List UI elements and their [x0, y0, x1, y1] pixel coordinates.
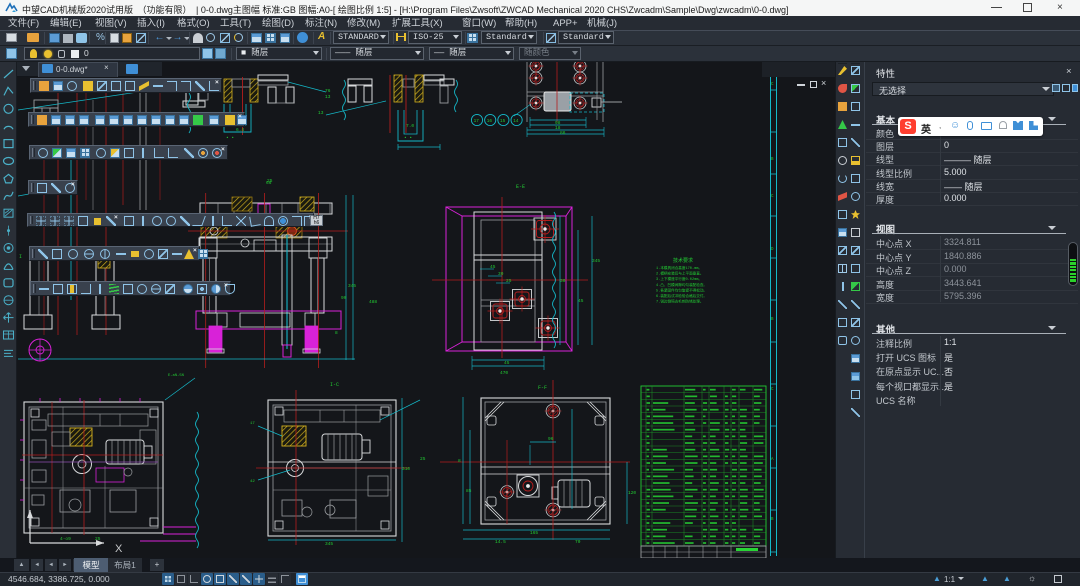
- svg-text:C: C: [771, 83, 774, 87]
- svg-text:345: 345: [325, 541, 333, 547]
- svg-text:• •: • •: [226, 136, 234, 141]
- svg-text:86: 86: [560, 130, 566, 136]
- svg-text:6.4: 6.4: [236, 127, 244, 133]
- svg-text:6.装配后试冲检验合格后交付。: 6.装配后试冲检验合格后交付。: [656, 293, 707, 299]
- svg-text:B: B: [771, 158, 774, 162]
- svg-text:76: 76: [325, 88, 331, 94]
- svg-text:90: 90: [341, 295, 347, 301]
- svg-text:1.本模具闭合高度170-mm。: 1.本模具闭合高度170-mm。: [656, 265, 702, 271]
- svg-text:14.5: 14.5: [495, 539, 506, 545]
- svg-text:4.凸、凹模间隙均匀装配检查。: 4.凸、凹模间隙均匀装配检查。: [656, 282, 707, 288]
- svg-text:70: 70: [575, 539, 581, 545]
- svg-text:• •: • •: [404, 136, 412, 141]
- svg-text:I-C: I-C: [330, 382, 339, 388]
- svg-text:470: 470: [500, 370, 508, 376]
- svg-text:25: 25: [420, 456, 426, 462]
- svg-text:488: 488: [369, 299, 377, 305]
- svg-text:F-F: F-F: [538, 385, 547, 391]
- svg-text:D: D: [771, 248, 774, 252]
- svg-text:8: 8: [458, 458, 461, 464]
- svg-text:45: 45: [504, 360, 510, 366]
- svg-text:120: 120: [628, 490, 636, 496]
- svg-text:C: C: [771, 388, 774, 392]
- svg-text:7.0: 7.0: [406, 123, 414, 129]
- svg-text:42: 42: [250, 480, 255, 484]
- svg-text:17: 17: [474, 119, 480, 124]
- svg-text:B: B: [771, 318, 774, 322]
- svg-text:8: 8: [335, 330, 338, 336]
- svg-text:66: 66: [266, 180, 272, 186]
- svg-text:3.上下模座平行度0.02mm。: 3.上下模座平行度0.02mm。: [656, 276, 702, 282]
- svg-text:17: 17: [250, 422, 255, 426]
- svg-text:7.锐边倒钝去毛刺防锈处理。: 7.锐边倒钝去毛刺防锈处理。: [656, 299, 703, 305]
- svg-text:96: 96: [548, 436, 554, 442]
- svg-text:技术要求: 技术要求: [673, 257, 693, 264]
- svg-text:A: A: [771, 458, 774, 462]
- svg-text:85: 85: [466, 488, 472, 494]
- svg-text:345: 345: [348, 283, 356, 289]
- svg-text:E-aN-5N: E-aN-5N: [168, 374, 184, 378]
- svg-text:4-o9: 4-o9: [60, 536, 71, 542]
- svg-text:B: B: [771, 518, 774, 522]
- svg-text:13: 13: [325, 94, 331, 100]
- svg-text:165: 165: [530, 530, 538, 536]
- svg-text:I: I: [19, 254, 22, 260]
- svg-text:310: 310: [402, 466, 410, 472]
- svg-text:E-E: E-E: [516, 184, 525, 190]
- svg-text:45: 45: [578, 298, 584, 304]
- svg-text:345: 345: [592, 258, 600, 264]
- svg-text:14: 14: [513, 119, 519, 124]
- svg-text:13: 13: [318, 110, 324, 116]
- svg-text:C: C: [771, 195, 774, 199]
- svg-text:X: X: [115, 543, 123, 555]
- svg-text:15: 15: [500, 119, 506, 124]
- svg-text:30: 30: [560, 278, 566, 284]
- svg-text:5.各紧固件均匀旋紧不得松动。: 5.各紧固件均匀旋紧不得松动。: [656, 287, 707, 293]
- svg-text:16: 16: [487, 119, 493, 124]
- svg-text:2.模柄安装后与上平面垂直。: 2.模柄安装后与上平面垂直。: [656, 271, 703, 277]
